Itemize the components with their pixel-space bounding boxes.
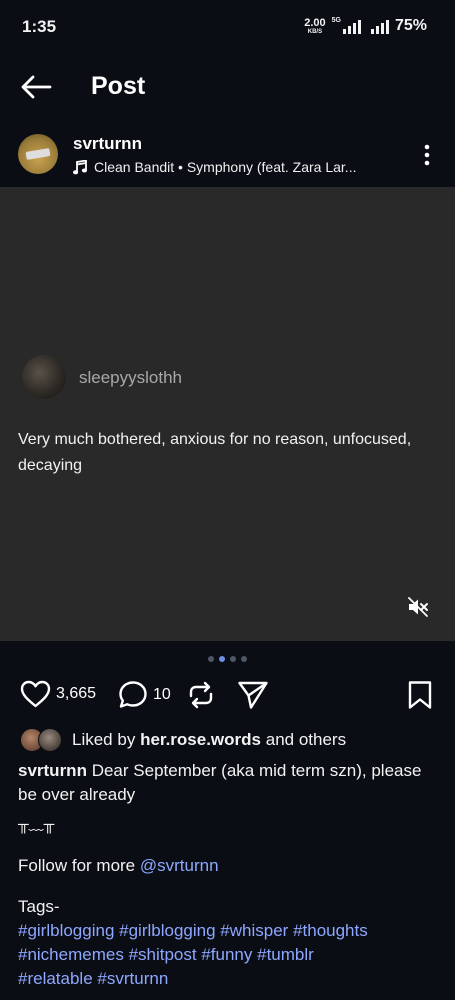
avatar[interactable] bbox=[18, 134, 58, 174]
hashtag-link[interactable]: #whisper bbox=[220, 921, 288, 940]
status-bar: 1:35 2.00 KB/S 5G 75% bbox=[0, 0, 455, 52]
liked-by-suffix: and others bbox=[265, 730, 347, 749]
more-vertical-icon[interactable] bbox=[417, 142, 437, 168]
hashtag-link[interactable]: #thoughts bbox=[293, 921, 368, 940]
action-bar: 3,665 10 bbox=[0, 677, 455, 713]
carousel-dot bbox=[208, 656, 214, 662]
signal-icon bbox=[342, 19, 361, 34]
network-type: 5G bbox=[331, 17, 341, 24]
arrow-left-icon[interactable] bbox=[20, 74, 52, 100]
quoted-text: Very much bothered, anxious for no reaso… bbox=[18, 431, 412, 474]
tags-label: Tags- bbox=[18, 897, 60, 916]
header: Post bbox=[0, 62, 455, 112]
status-time: 1:35 bbox=[22, 17, 57, 36]
music-note-icon bbox=[73, 159, 87, 174]
follow-handle-link[interactable]: @svrturnn bbox=[140, 856, 219, 875]
comment-count: 10 bbox=[153, 685, 171, 703]
page-title: Post bbox=[91, 72, 146, 100]
follow-prefix: Follow for more bbox=[18, 856, 136, 875]
network-speed: 2.00 KB/S bbox=[304, 16, 326, 35]
tags-line: #girlblogging #girlblogging #whisper #th… bbox=[18, 919, 438, 943]
tags-line: #nichememes #shitpost #funny #tumblr bbox=[18, 943, 438, 967]
volume-off-icon[interactable] bbox=[407, 596, 429, 618]
quoted-avatar bbox=[22, 355, 66, 399]
carousel-indicator bbox=[0, 656, 455, 662]
status-icons: 2.00 KB/S 5G 75% bbox=[304, 17, 427, 35]
avatar bbox=[38, 728, 62, 752]
carousel-dot bbox=[230, 656, 236, 662]
hashtag-link[interactable]: #girlblogging bbox=[119, 921, 215, 940]
liked-by[interactable]: Liked by her.rose.words and others bbox=[20, 728, 346, 752]
hashtag-link[interactable]: #nichememes bbox=[18, 945, 124, 964]
comment-button[interactable]: 10 bbox=[118, 680, 171, 709]
network-speed-unit: KB/S bbox=[307, 28, 323, 35]
liked-by-prefix: Liked by bbox=[72, 730, 136, 749]
hashtag-link[interactable]: #svrturnn bbox=[97, 969, 168, 988]
hashtag-link[interactable]: #girlblogging bbox=[18, 921, 114, 940]
hashtag-link[interactable]: #relatable bbox=[18, 969, 93, 988]
carousel-dot bbox=[241, 656, 247, 662]
post-author: svrturnn Clean Bandit • Symphony (feat. … bbox=[0, 130, 455, 186]
bookmark-icon[interactable] bbox=[407, 680, 433, 710]
tags-line: #relatable #svrturnn bbox=[18, 967, 438, 991]
caption-username[interactable]: svrturnn bbox=[18, 761, 87, 780]
music-track-label: Clean Bandit • Symphony (feat. Zara Lar.… bbox=[94, 159, 357, 175]
send-icon[interactable] bbox=[237, 680, 269, 710]
post-media[interactable]: sleepyyslothh Very much bothered, anxiou… bbox=[0, 187, 455, 641]
music-track[interactable]: Clean Bandit • Symphony (feat. Zara Lar.… bbox=[73, 159, 393, 175]
hashtag-link[interactable]: #funny bbox=[201, 945, 252, 964]
comment-icon bbox=[119, 681, 147, 708]
like-count: 3,665 bbox=[56, 685, 97, 702]
liked-by-user[interactable]: her.rose.words bbox=[140, 730, 261, 750]
like-button[interactable]: 3,665 bbox=[20, 680, 96, 708]
signal-icon-2 bbox=[370, 19, 389, 34]
repost-icon[interactable] bbox=[186, 680, 216, 710]
battery-percent: 75% bbox=[394, 17, 427, 34]
hashtag-link[interactable]: #tumblr bbox=[257, 945, 314, 964]
post-caption: svrturnn Dear September (aka mid term sz… bbox=[18, 759, 438, 991]
author-username[interactable]: svrturnn bbox=[73, 134, 142, 154]
carousel-dot-active bbox=[219, 656, 225, 662]
heart-icon bbox=[20, 680, 51, 708]
hashtag-link[interactable]: #shitpost bbox=[129, 945, 197, 964]
liked-by-avatars bbox=[20, 728, 64, 752]
quoted-username: sleepyyslothh bbox=[79, 368, 183, 387]
caption-emote: ╥﹏╥ bbox=[18, 816, 55, 833]
network-speed-value: 2.00 bbox=[304, 16, 326, 29]
